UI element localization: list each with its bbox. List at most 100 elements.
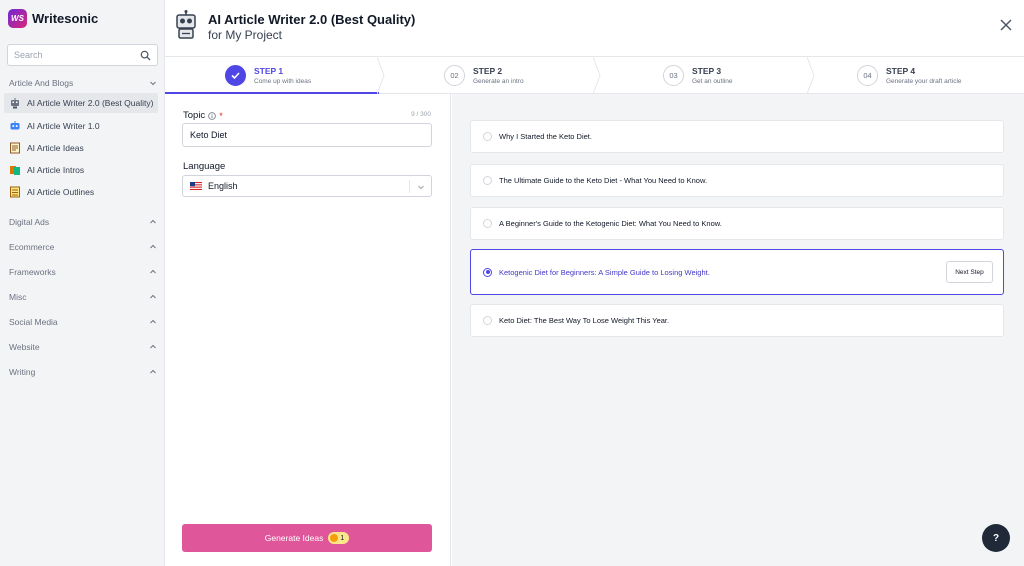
idea-option-selected[interactable]: Ketogenic Diet for Beginners: A Simple G…	[470, 249, 1004, 295]
chevron-down-icon	[418, 185, 424, 190]
step-desc: Get an outline	[692, 78, 733, 85]
idea-option[interactable]: Keto Diet: The Best Way To Lose Weight T…	[470, 304, 1004, 337]
topic-input[interactable]	[182, 123, 432, 147]
help-button[interactable]: ?	[982, 524, 1010, 552]
sidebar-item-label: AI Article Ideas	[27, 143, 84, 153]
step-label: STEP 2	[473, 66, 503, 76]
idea-text: The Ultimate Guide to the Keto Diet - Wh…	[499, 176, 708, 185]
chevron-up-icon	[150, 319, 156, 324]
search-icon[interactable]	[140, 50, 151, 61]
idea-option[interactable]: A Beginner's Guide to the Ketogenic Diet…	[470, 207, 1004, 240]
category-article-and-blogs[interactable]: Article And Blogs	[9, 76, 157, 90]
step-label: STEP 3	[692, 66, 722, 76]
sidebar-item-ai-article-writer-2[interactable]: AI Article Writer 2.0 (Best Quality)	[4, 93, 158, 113]
step-1-tab[interactable]: STEP 1 Come up with ideas	[225, 57, 311, 94]
robot-icon	[11, 98, 19, 109]
category-label: Misc	[9, 292, 27, 302]
step-number: 04	[857, 65, 878, 86]
category-label: Writing	[9, 367, 36, 377]
chevron-up-icon	[150, 344, 156, 349]
language-select[interactable]: English	[182, 175, 432, 197]
idea-text: Keto Diet: The Best Way To Lose Weight T…	[499, 316, 670, 325]
credit-count: 1	[340, 534, 345, 542]
step-separator	[593, 57, 601, 94]
step-separator	[377, 57, 385, 94]
step-desc: Come up with ideas	[254, 78, 312, 85]
search-input[interactable]	[14, 50, 134, 60]
chevron-down-icon	[150, 81, 156, 86]
idea-option[interactable]: The Ultimate Guide to the Keto Diet - Wh…	[470, 164, 1004, 197]
required-mark: *	[219, 110, 223, 121]
idea-text: Why I Started the Keto Diet.	[499, 132, 592, 141]
page-subtitle: for My Project	[208, 28, 283, 42]
radio-button[interactable]	[483, 132, 492, 141]
cards-icon	[10, 166, 20, 175]
sidebar-item-ai-article-intros[interactable]: AI Article Intros	[4, 160, 158, 180]
category-misc[interactable]: Misc	[9, 290, 157, 304]
sidebar-item-label: AI Article Intros	[27, 165, 85, 175]
page-title: AI Article Writer 2.0 (Best Quality)	[208, 12, 416, 27]
step-4-tab[interactable]: 04 STEP 4 Generate your draft article	[857, 57, 962, 94]
idea-option[interactable]: Why I Started the Keto Diet.	[470, 120, 1004, 153]
step-number: 02	[444, 65, 465, 86]
step-label: STEP 4	[886, 66, 916, 76]
brand-name: Writesonic	[32, 10, 99, 26]
radio-button[interactable]	[483, 316, 492, 325]
category-label: Ecommerce	[9, 242, 55, 252]
step-number: 03	[663, 65, 684, 86]
category-frameworks[interactable]: Frameworks	[9, 265, 157, 279]
sidebar-item-ai-article-ideas[interactable]: AI Article Ideas	[4, 138, 158, 158]
radio-button[interactable]	[483, 219, 492, 228]
category-ecommerce[interactable]: Ecommerce	[9, 240, 157, 254]
chevron-up-icon	[150, 244, 156, 249]
generate-ideas-button[interactable]: Generate Ideas 1	[182, 524, 432, 552]
language-label: Language	[183, 161, 226, 172]
radio-button[interactable]	[483, 176, 492, 185]
topic-label-text: Topic	[183, 110, 206, 121]
chevron-up-icon	[150, 269, 156, 274]
check-icon	[225, 65, 246, 86]
brand[interactable]: WS Writesonic	[0, 0, 164, 36]
ideas-panel: Why I Started the Keto Diet. The Ultimat…	[452, 94, 1024, 566]
generate-ideas-label: Generate Ideas	[264, 533, 324, 543]
robot-icon	[176, 10, 196, 39]
select-divider	[409, 180, 410, 193]
list-icon	[10, 186, 20, 198]
category-label: Website	[9, 342, 40, 352]
category-label: Frameworks	[9, 267, 56, 277]
category-digital-ads[interactable]: Digital Ads	[9, 215, 157, 229]
category-writing[interactable]: Writing	[9, 365, 157, 379]
sidebar-item-label: AI Article Writer 2.0 (Best Quality)	[27, 98, 154, 108]
idea-text: A Beginner's Guide to the Ketogenic Diet…	[499, 219, 722, 228]
sidebar-item-ai-article-writer-1[interactable]: AI Article Writer 1.0	[4, 116, 158, 136]
step-tabs: STEP 1 Come up with ideas 02 STEP 2 Gene…	[165, 56, 1024, 94]
credit-badge: 1	[328, 532, 350, 544]
category-label: Digital Ads	[9, 217, 50, 227]
form-panel: Topic * 9 / 300 Language English Generat…	[165, 94, 451, 566]
writesonic-logo: WS	[8, 8, 27, 28]
page-header: AI Article Writer 2.0 (Best Quality) for…	[165, 0, 1024, 56]
search-box[interactable]	[7, 44, 158, 66]
step-desc: Generate an intro	[473, 78, 524, 85]
category-label: Article And Blogs	[9, 78, 74, 88]
language-value: English	[208, 181, 238, 191]
robot-blue-icon	[10, 121, 20, 130]
category-website[interactable]: Website	[9, 340, 157, 354]
us-flag-icon	[190, 182, 202, 190]
coin-icon	[330, 534, 339, 542]
step-2-tab[interactable]: 02 STEP 2 Generate an intro	[444, 57, 524, 94]
radio-button-selected[interactable]	[483, 267, 492, 277]
chevron-up-icon	[150, 369, 156, 374]
topic-label: Topic *	[183, 110, 223, 121]
info-icon[interactable]	[208, 111, 216, 120]
next-step-button[interactable]: Next Step	[946, 261, 993, 283]
sidebar-item-label: AI Article Outlines	[27, 187, 95, 197]
category-social-media[interactable]: Social Media	[9, 315, 157, 329]
step-separator	[807, 57, 815, 94]
step-label: STEP 1	[254, 66, 284, 76]
document-icon	[10, 142, 20, 154]
chevron-up-icon	[150, 294, 156, 299]
close-icon[interactable]	[1000, 19, 1012, 31]
sidebar-item-ai-article-outlines[interactable]: AI Article Outlines	[4, 182, 158, 202]
step-3-tab[interactable]: 03 STEP 3 Get an outline	[663, 57, 732, 94]
